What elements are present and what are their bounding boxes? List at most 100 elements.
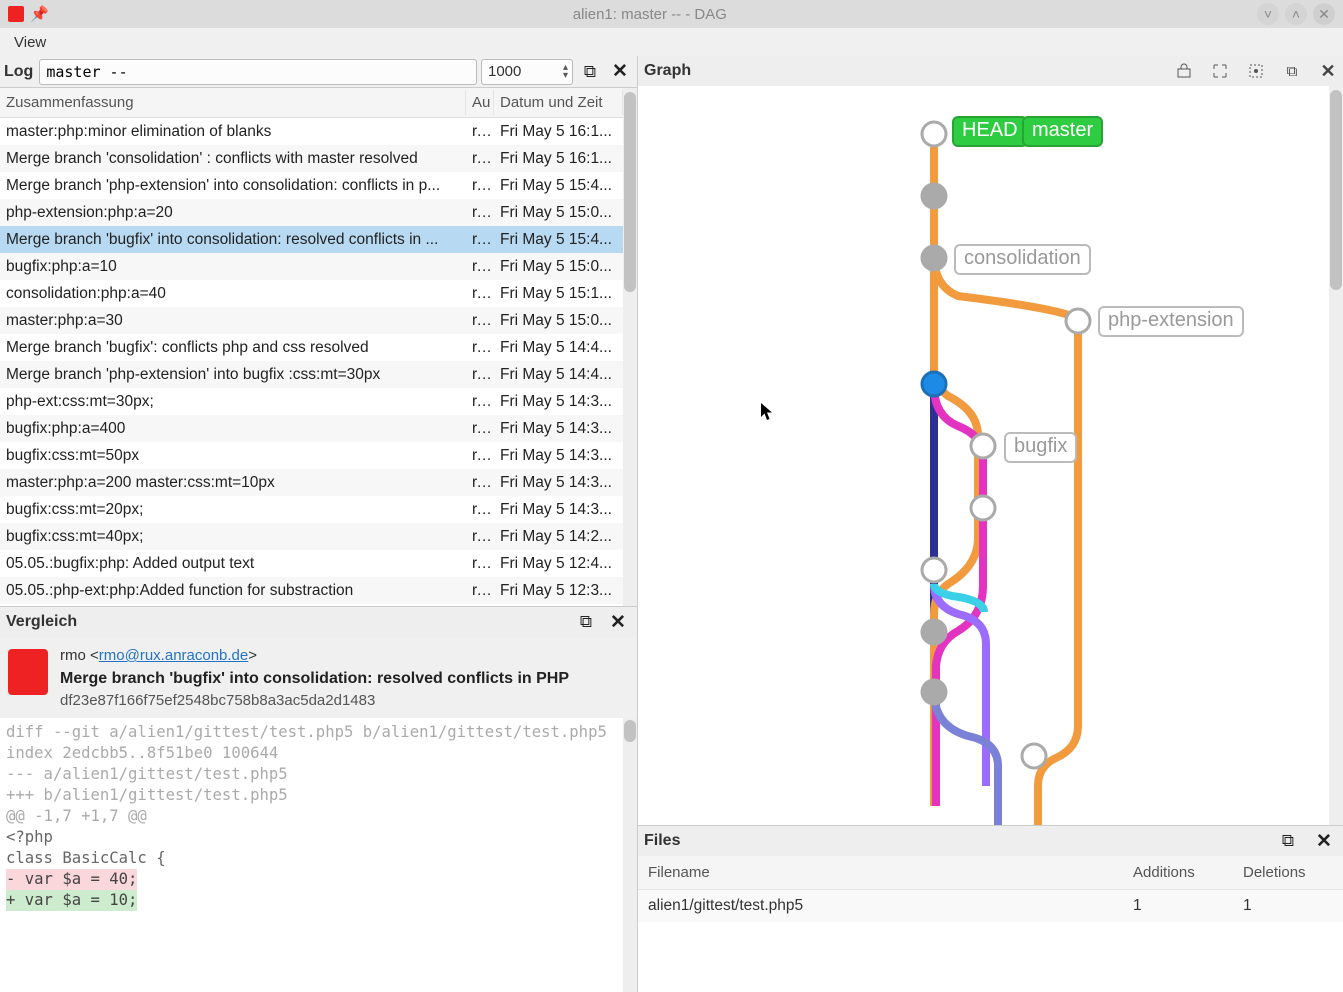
diff-ctx: class BasicCalc { xyxy=(6,849,166,867)
files-table: Filename Additions Deletions alien1/gitt… xyxy=(638,856,1343,992)
log-row[interactable]: 05.05.:php-ext:php:Added function for su… xyxy=(0,577,623,604)
log-scrollbar-thumb[interactable] xyxy=(624,92,636,292)
ref-head[interactable]: HEAD xyxy=(952,116,1028,147)
log-date: Fri May 5 14:4... xyxy=(494,337,623,359)
close-icon[interactable]: ✕ xyxy=(1319,62,1337,80)
log-row[interactable]: bugfix:php:a=400r...Fri May 5 14:3... xyxy=(0,415,623,442)
col-summary[interactable]: Zusammenfassung xyxy=(0,90,466,115)
graph-scrollbar[interactable] xyxy=(1329,86,1343,825)
log-row[interactable]: Merge branch 'bugfix' into consolidation… xyxy=(0,226,623,253)
log-author: r... xyxy=(466,148,494,170)
log-author: r... xyxy=(466,445,494,467)
menu-view[interactable]: View xyxy=(8,32,52,53)
popout-icon[interactable]: ⧉ xyxy=(1283,62,1301,80)
log-author: r... xyxy=(466,310,494,332)
expand-icon[interactable] xyxy=(1211,62,1229,80)
log-row[interactable]: Merge branch 'consolidation' : conflicts… xyxy=(0,145,623,172)
log-summary: php-ext:css:mt=30px; xyxy=(0,391,466,413)
log-toolbar: Log 1000 ▴▾ ⧉ ✕ xyxy=(0,56,637,88)
author-email-link[interactable]: rmo@rux.anraconb.de xyxy=(99,647,248,664)
log-author: r... xyxy=(466,121,494,143)
close-icon[interactable]: ✕ xyxy=(605,609,631,635)
log-row[interactable]: Merge branch 'bugfix': conflicts php and… xyxy=(0,334,623,361)
log-row[interactable]: Merge branch 'php-extension' into consol… xyxy=(0,172,623,199)
diff-scrollbar[interactable] xyxy=(623,718,637,992)
graph-svg xyxy=(638,86,1278,825)
log-row[interactable]: bugfix:css:mt=50pxr...Fri May 5 14:3... xyxy=(0,442,623,469)
diff-add: + var $a = 10; xyxy=(6,890,137,911)
diff-scrollbar-thumb[interactable] xyxy=(624,720,636,742)
file-row[interactable]: alien1/gittest/test.php5 1 1 xyxy=(638,890,1343,922)
log-author: r... xyxy=(466,337,494,359)
log-row[interactable]: master:php:a=30r...Fri May 5 15:0... xyxy=(0,307,623,334)
popout-icon[interactable]: ⧉ xyxy=(573,609,599,635)
limit-spinner[interactable]: 1000 ▴▾ xyxy=(481,59,573,85)
diff-line: +++ b/alien1/gittest/test.php5 xyxy=(6,786,288,804)
log-row[interactable]: php-extension:php:a=20r...Fri May 5 15:0… xyxy=(0,199,623,226)
popout-icon[interactable]: ⧉ xyxy=(577,59,603,85)
log-row[interactable]: php-ext:css:mt=30px;r...Fri May 5 14:3..… xyxy=(0,388,623,415)
log-row[interactable]: bugfix:php:a=10r...Fri May 5 15:0... xyxy=(0,253,623,280)
close-button[interactable]: ✕ xyxy=(1313,3,1335,25)
limit-value: 1000 xyxy=(488,63,521,80)
log-scrollbar[interactable] xyxy=(623,88,637,606)
log-date: Fri May 5 15:0... xyxy=(494,202,623,224)
col-filename[interactable]: Filename xyxy=(638,860,1123,885)
diff-line: --- a/alien1/gittest/test.php5 xyxy=(6,765,288,783)
files-title: Files xyxy=(644,832,680,850)
col-deletions[interactable]: Deletions xyxy=(1233,860,1343,885)
graph-canvas[interactable]: HEAD master consolidation php-extension … xyxy=(638,86,1329,825)
focus-icon[interactable] xyxy=(1247,62,1265,80)
log-author: r... xyxy=(466,553,494,575)
col-author[interactable]: Au xyxy=(466,90,494,115)
log-row[interactable]: Merge branch 'php-extension' into bugfix… xyxy=(0,361,623,388)
log-summary: master:php:a=200 master:css:mt=10px xyxy=(0,472,466,494)
ref-master[interactable]: master xyxy=(1022,116,1103,147)
ref-php-extension[interactable]: php-extension xyxy=(1098,306,1244,337)
log-author: r... xyxy=(466,364,494,386)
log-row[interactable]: master:php:a=200 master:css:mt=10pxr...F… xyxy=(0,469,623,496)
graph-panel: Graph ⧉ ✕ xyxy=(638,56,1343,826)
log-row[interactable]: bugfix:css:mt=20px;r...Fri May 5 14:3... xyxy=(0,496,623,523)
commit-subject: Merge branch 'bugfix' into consolidation… xyxy=(60,667,569,690)
log-author: r... xyxy=(466,418,494,440)
close-icon[interactable]: ✕ xyxy=(607,59,633,85)
log-date: Fri May 5 15:0... xyxy=(494,310,623,332)
spinner-arrows-icon[interactable]: ▴▾ xyxy=(563,64,568,80)
ref-consolidation[interactable]: consolidation xyxy=(954,244,1091,275)
log-author: r... xyxy=(466,526,494,548)
lock-icon[interactable] xyxy=(1175,62,1193,80)
log-date: Fri May 5 12:3... xyxy=(494,580,623,602)
ref-bugfix[interactable]: bugfix xyxy=(1004,432,1077,463)
log-label: Log xyxy=(4,63,33,81)
log-table-header: Zusammenfassung Au Datum und Zeit xyxy=(0,88,623,118)
log-summary: consolidation:php:a=40 xyxy=(0,283,466,305)
diff-ctx: <?php xyxy=(6,828,53,846)
log-row[interactable]: consolidation:php:a=40r...Fri May 5 15:1… xyxy=(0,280,623,307)
log-row[interactable]: bugfix:css:mt=40px;r...Fri May 5 14:2... xyxy=(0,523,623,550)
maximize-button[interactable]: ˄ xyxy=(1285,3,1307,25)
log-summary: master:php:minor elimination of blanks xyxy=(0,121,466,143)
graph-scrollbar-thumb[interactable] xyxy=(1330,90,1342,290)
col-date[interactable]: Datum und Zeit xyxy=(494,90,623,115)
log-date: Fri May 5 15:1... xyxy=(494,283,623,305)
log-author: r... xyxy=(466,202,494,224)
log-date: Fri May 5 12:4... xyxy=(494,553,623,575)
log-row[interactable]: 05.05.:bugfix:php: Added output textr...… xyxy=(0,550,623,577)
close-icon[interactable]: ✕ xyxy=(1311,828,1337,854)
diff-view[interactable]: diff --git a/alien1/gittest/test.php5 b/… xyxy=(0,718,637,992)
file-additions: 1 xyxy=(1123,893,1233,919)
log-row[interactable]: master:php:minor elimination of blanksr.… xyxy=(0,118,623,145)
col-additions[interactable]: Additions xyxy=(1123,860,1233,885)
log-summary: bugfix:php:a=400 xyxy=(0,418,466,440)
log-date: Fri May 5 14:2... xyxy=(494,526,623,548)
log-date: Fri May 5 16:1... xyxy=(494,121,623,143)
popout-icon[interactable]: ⧉ xyxy=(1275,828,1301,854)
commit-author: rmo <rmo@rux.anraconb.de> xyxy=(60,645,569,667)
menubar: View xyxy=(0,28,1343,56)
pin-icon[interactable]: 📌 xyxy=(30,5,49,23)
rev-input[interactable] xyxy=(39,59,477,85)
minimize-button[interactable]: ˅ xyxy=(1257,3,1279,25)
log-author: r... xyxy=(466,472,494,494)
log-date: Fri May 5 14:4... xyxy=(494,364,623,386)
